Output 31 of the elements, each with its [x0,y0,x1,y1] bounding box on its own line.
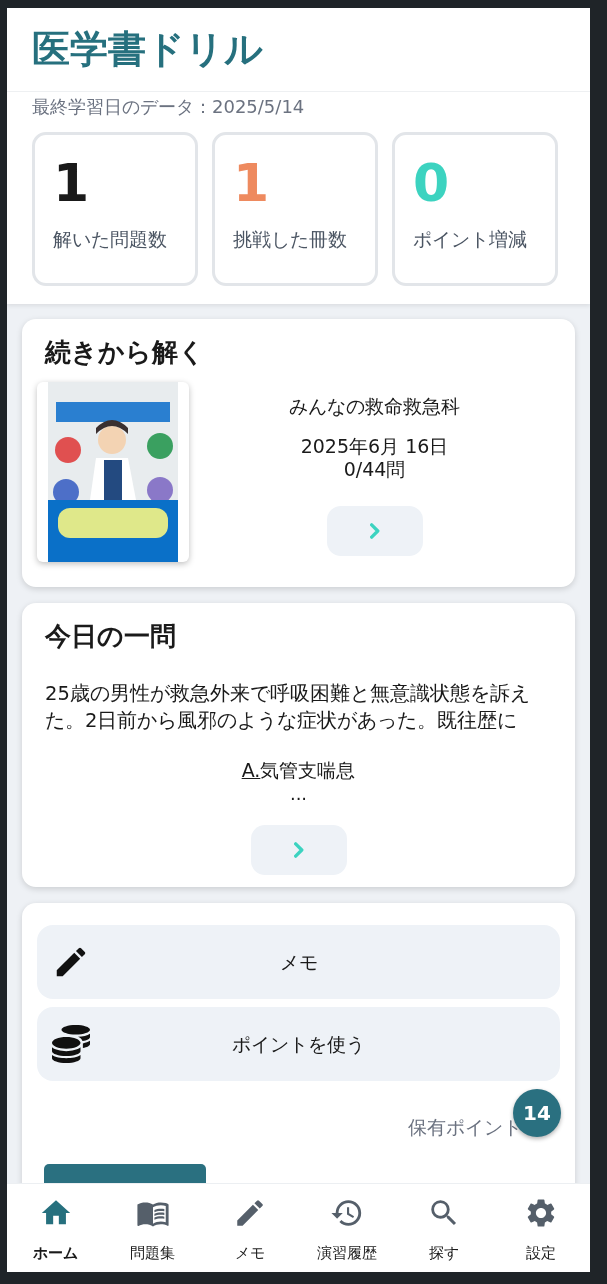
answer-label: A. [241,758,261,783]
stat-value: 1 [53,157,91,209]
chevron-right-icon [293,841,304,858]
answer-text: 気管支喘息 [260,758,356,783]
study-date: 2025年6月 16日 [300,434,449,459]
last-study-date: 最終学習日のデータ：2025/5/14 [32,95,306,119]
app-title: 医学書ドリル [32,26,263,73]
card-heading: 今日の一問 [45,620,177,653]
stat-value: 0 [413,157,451,209]
nav-tab[interactable]: 問題集 [104,1184,202,1272]
chevron-right-icon [369,523,380,539]
progress-count: 0/44問 [343,458,406,482]
next-button[interactable] [250,824,347,875]
continue-button[interactable] [326,506,423,556]
nav-tab[interactable]: ホーム [7,1184,105,1272]
coins-icon [52,1025,90,1063]
ellipsis: ... [289,784,308,803]
card-heading: 続きから解く [43,336,206,369]
book-title: みんなの救命救急科 [289,394,460,419]
nav-tab[interactable]: 演習履歴 [298,1184,396,1272]
stat-label: 挑戦した冊数 [233,227,348,252]
menu-button[interactable]: メモ [37,925,560,999]
nav-tab[interactable]: 探す [395,1184,493,1272]
stat-value: 1 [233,157,271,209]
stat-label: ポイント増減 [413,227,528,252]
stat-label: 解いた問題数 [53,227,168,252]
menu-button[interactable]: ポイントを使う [37,1007,560,1081]
nav-tab[interactable]: メモ [201,1184,299,1272]
nav-tab[interactable]: 設定 [492,1184,590,1272]
question-text: 25歳の男性が救急外来で呼吸困難と無意識状態を訴えた。2日前から風邪のような症状があった。既往歴に [45,681,531,734]
points-label: 保有ポイント [408,1115,522,1140]
